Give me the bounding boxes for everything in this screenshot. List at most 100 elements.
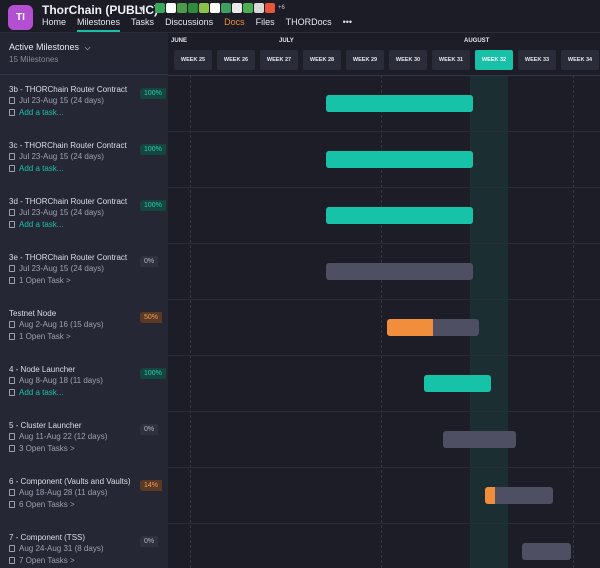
- task-icon: [9, 109, 15, 116]
- chevron-down-icon[interactable]: ▾: [139, 4, 144, 15]
- milestone-dates-row: Aug 2-Aug 16 (15 days): [9, 320, 104, 329]
- open-tasks-link[interactable]: 6 Open Tasks >: [19, 500, 75, 509]
- active-milestones-dropdown[interactable]: Active Milestones ⌵: [9, 42, 91, 53]
- milestone-dates: Aug 8-Aug 18 (11 days): [19, 376, 103, 385]
- extra-members-count[interactable]: +6: [278, 3, 285, 13]
- milestone-task-row[interactable]: 1 Open Task >: [9, 332, 71, 341]
- gantt-bar[interactable]: [326, 263, 473, 280]
- gantt-timeline: JUNE JULY AUGUST WEEK 25 WEEK 26 WEEK 27 WEEK …: [168, 33, 600, 568]
- nav-tab-thordocs[interactable]: THORDocs: [286, 17, 332, 32]
- week-header[interactable]: WEEK 27: [260, 50, 298, 70]
- calendar-icon: [9, 545, 15, 552]
- milestone-name[interactable]: 3c - THORChain Router Contract: [9, 141, 137, 150]
- milestone-task-row[interactable]: 3 Open Tasks >: [9, 444, 75, 453]
- milestone-task-row[interactable]: Add a task...: [9, 164, 63, 173]
- calendar-icon: [9, 489, 15, 496]
- milestone-name[interactable]: 7 - Component (TSS): [9, 533, 137, 542]
- member-avatar[interactable]: [199, 3, 209, 13]
- milestone-row[interactable]: Testnet Node Aug 2-Aug 16 (15 days) 1 Open…: [0, 299, 168, 355]
- member-avatar[interactable]: [243, 3, 253, 13]
- milestone-task-row[interactable]: Add a task...: [9, 108, 63, 117]
- milestone-dates-row: Jul 23-Aug 15 (24 days): [9, 208, 104, 217]
- week-header[interactable]: WEEK 31: [432, 50, 470, 70]
- milestone-name[interactable]: 5 - Cluster Launcher: [9, 421, 137, 430]
- more-menu-icon[interactable]: •••: [343, 17, 352, 32]
- week-header[interactable]: WEEK 30: [389, 50, 427, 70]
- milestone-dates: Jul 23-Aug 15 (24 days): [19, 208, 104, 217]
- milestone-name[interactable]: 3d - THORChain Router Contract: [9, 197, 137, 206]
- nav-tab-files[interactable]: Files: [256, 17, 275, 32]
- gantt-bar[interactable]: [522, 543, 571, 560]
- open-tasks-link[interactable]: 1 Open Task >: [19, 332, 71, 341]
- open-tasks-link[interactable]: 7 Open Tasks >: [19, 556, 75, 565]
- member-avatars[interactable]: +6: [155, 3, 285, 13]
- milestone-name[interactable]: 3e - THORChain Router Contract: [9, 253, 137, 262]
- member-avatar[interactable]: [166, 3, 176, 13]
- gantt-bar[interactable]: [326, 151, 473, 168]
- member-avatar[interactable]: [254, 3, 264, 13]
- week-header[interactable]: WEEK 28: [303, 50, 341, 70]
- milestone-row[interactable]: 5 - Cluster Launcher Aug 11-Aug 22 (12 da…: [0, 411, 168, 467]
- gantt-bar[interactable]: [443, 431, 516, 448]
- member-avatar[interactable]: [177, 3, 187, 13]
- gantt-bar[interactable]: [485, 487, 553, 504]
- milestone-task-row[interactable]: Add a task...: [9, 220, 63, 229]
- milestone-task-row[interactable]: 7 Open Tasks >: [9, 556, 75, 565]
- milestone-row[interactable]: 3e - THORChain Router Contract Jul 23-Aug…: [0, 243, 168, 299]
- milestone-row[interactable]: 3b - THORChain Router Contract Jul 23-Aug…: [0, 75, 168, 131]
- gantt-bar[interactable]: [326, 95, 473, 112]
- week-header[interactable]: WEEK 33: [518, 50, 556, 70]
- milestone-task-row[interactable]: 6 Open Tasks >: [9, 500, 75, 509]
- member-avatar[interactable]: [188, 3, 198, 13]
- milestone-row[interactable]: 3c - THORChain Router Contract Jul 23-Aug…: [0, 131, 168, 187]
- milestone-dates-row: Aug 18-Aug 28 (11 days): [9, 488, 107, 497]
- nav-tab-milestones[interactable]: Milestones: [77, 17, 121, 32]
- gantt-bar[interactable]: [387, 319, 479, 336]
- calendar-icon: [9, 377, 15, 384]
- week-header[interactable]: WEEK 34: [561, 50, 599, 70]
- timeline-header-divider: [168, 75, 600, 76]
- milestone-task-row[interactable]: 1 Open Task >: [9, 276, 71, 285]
- milestone-task-row[interactable]: Add a task...: [9, 388, 63, 397]
- milestone-dates: Jul 23-Aug 15 (24 days): [19, 264, 104, 273]
- gantt-bar[interactable]: [424, 375, 491, 392]
- row-divider: [168, 299, 600, 300]
- member-avatar[interactable]: [232, 3, 242, 13]
- add-task-link[interactable]: Add a task...: [19, 164, 63, 173]
- nav-tab-discussions[interactable]: Discussions: [165, 17, 213, 32]
- member-avatar[interactable]: [221, 3, 231, 13]
- milestone-name[interactable]: 4 - Node Launcher: [9, 365, 137, 374]
- nav-tab-tasks[interactable]: Tasks: [131, 17, 154, 32]
- progress-badge: 100%: [140, 88, 166, 99]
- milestone-name[interactable]: 3b - THORChain Router Contract: [9, 85, 137, 94]
- add-task-link[interactable]: Add a task...: [19, 388, 63, 397]
- week-header[interactable]: WEEK 25: [174, 50, 212, 70]
- week-header[interactable]: WEEK 32: [475, 50, 513, 70]
- milestone-row[interactable]: 4 - Node Launcher Aug 8-Aug 18 (11 days) A…: [0, 355, 168, 411]
- project-logo[interactable]: TI: [8, 5, 33, 30]
- milestone-row[interactable]: 6 - Component (Vaults and Vaults) Aug 18-…: [0, 467, 168, 523]
- add-task-link[interactable]: Add a task...: [19, 220, 63, 229]
- grid-line: [381, 75, 382, 568]
- milestone-dates: Aug 2-Aug 16 (15 days): [19, 320, 104, 329]
- calendar-icon: [9, 265, 15, 272]
- gantt-bar[interactable]: [326, 207, 473, 224]
- member-avatar[interactable]: [265, 3, 275, 13]
- open-tasks-link[interactable]: 1 Open Task >: [19, 276, 71, 285]
- nav-tab-home[interactable]: Home: [42, 17, 66, 32]
- week-header[interactable]: WEEK 29: [346, 50, 384, 70]
- progress-badge: 50%: [140, 312, 163, 323]
- gantt-bar-progress: [326, 207, 473, 224]
- member-avatar[interactable]: [155, 3, 165, 13]
- calendar-icon: [9, 433, 15, 440]
- nav-tab-docs[interactable]: Docs: [224, 17, 245, 32]
- member-avatar[interactable]: [210, 3, 220, 13]
- week-header[interactable]: WEEK 26: [217, 50, 255, 70]
- milestone-row[interactable]: 7 - Component (TSS) Aug 24-Aug 31 (8 days…: [0, 523, 168, 568]
- milestone-name[interactable]: Testnet Node: [9, 309, 137, 318]
- open-tasks-link[interactable]: 3 Open Tasks >: [19, 444, 75, 453]
- milestone-row[interactable]: 3d - THORChain Router Contract Jul 23-Aug…: [0, 187, 168, 243]
- task-icon: [9, 333, 15, 340]
- add-task-link[interactable]: Add a task...: [19, 108, 63, 117]
- milestone-name[interactable]: 6 - Component (Vaults and Vaults): [9, 477, 137, 486]
